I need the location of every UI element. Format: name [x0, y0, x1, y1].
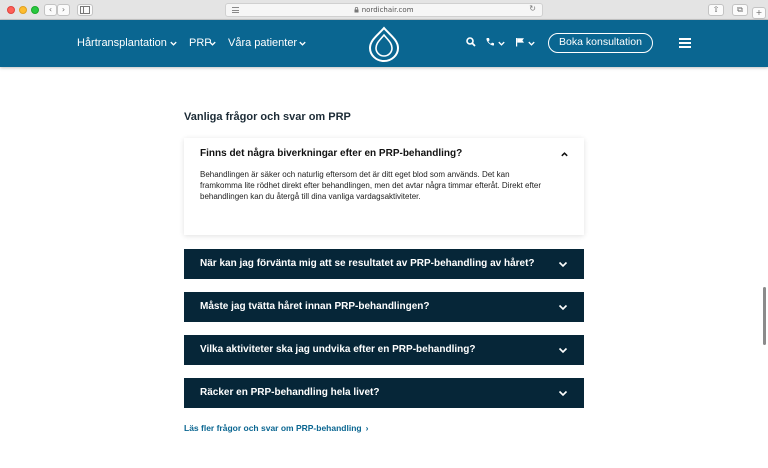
- tabs-button[interactable]: ⧉: [732, 4, 748, 16]
- faq-item[interactable]: När kan jag förvänta mig att se resultat…: [184, 249, 584, 279]
- close-window-button[interactable]: [7, 6, 15, 14]
- chevron-up-icon[interactable]: [560, 150, 569, 159]
- url-label: nordichair.com: [361, 6, 414, 14]
- faq-item[interactable]: Måste jag tvätta håret innan PRP-behandl…: [184, 292, 584, 322]
- faq-question: Räcker en PRP-behandling hela livet?: [200, 387, 380, 398]
- chevron-down-icon: [558, 304, 568, 311]
- chevron-down-icon[interactable]: [527, 39, 536, 48]
- share-button[interactable]: ⇧: [708, 4, 724, 16]
- browser-toolbar: ‹ › nordichair.com ↻ ⇧ ⧉ +: [0, 0, 768, 20]
- site-header: Hårtransplantation PRP Våra patienter Bo…: [0, 20, 768, 67]
- chevron-down-icon[interactable]: [298, 39, 307, 48]
- chevron-down-icon[interactable]: [208, 39, 217, 48]
- search-icon[interactable]: [466, 37, 476, 47]
- sidebar-icon: [80, 6, 90, 14]
- flag-icon[interactable]: [515, 37, 525, 47]
- chevron-right-icon: ›: [365, 423, 369, 433]
- faq-item[interactable]: Vilka aktiviteter ska jag undvika efter …: [184, 335, 584, 365]
- phone-icon[interactable]: [485, 37, 495, 47]
- minimize-window-button[interactable]: [19, 6, 27, 14]
- more-faq-link-label: Läs fler frågor och svar om PRP-behandli…: [184, 423, 362, 433]
- faq-question: Vilka aktiviteter ska jag undvika efter …: [200, 344, 476, 355]
- zoom-window-button[interactable]: [31, 6, 39, 14]
- faq-answer: Behandlingen är säker och naturlig efter…: [200, 170, 542, 201]
- faq-item[interactable]: Räcker en PRP-behandling hela livet?: [184, 378, 584, 408]
- chevron-down-icon[interactable]: [169, 39, 178, 48]
- chevron-down-icon: [558, 347, 568, 354]
- url-text: nordichair.com: [226, 6, 542, 14]
- faq-item-open: Finns det några biverkningar efter en PR…: [184, 138, 584, 235]
- nav-item-label: Hårtransplantation: [77, 37, 167, 49]
- nav-item-vara-patienter[interactable]: Våra patienter: [228, 37, 297, 49]
- back-button[interactable]: ‹: [44, 4, 57, 16]
- faq-question[interactable]: Finns det några biverkningar efter en PR…: [200, 148, 462, 159]
- chevron-down-icon[interactable]: [497, 39, 506, 48]
- new-tab-button[interactable]: +: [752, 7, 766, 19]
- nav-item-hartransplantation[interactable]: Hårtransplantation: [77, 37, 167, 49]
- reload-icon[interactable]: ↻: [529, 4, 536, 13]
- faq-question: När kan jag förvänta mig att se resultat…: [200, 258, 535, 269]
- address-bar[interactable]: nordichair.com ↻: [225, 3, 543, 17]
- nav-item-label: Våra patienter: [228, 37, 298, 49]
- book-consultation-button[interactable]: Boka konsultation: [548, 33, 653, 53]
- page-scrollbar[interactable]: [763, 287, 766, 345]
- faq-question: Måste jag tvätta håret innan PRP-behandl…: [200, 301, 430, 312]
- chevron-down-icon: [558, 261, 568, 268]
- lock-icon: [354, 7, 359, 13]
- more-faq-link[interactable]: Läs fler frågor och svar om PRP-behandli…: [184, 423, 368, 433]
- menu-icon[interactable]: [679, 38, 691, 48]
- faq-heading: Vanliga frågor och svar om PRP: [184, 111, 351, 123]
- chevron-down-icon: [558, 390, 568, 397]
- sidebar-toggle-button[interactable]: [77, 4, 93, 16]
- logo-drop-icon[interactable]: [367, 26, 401, 62]
- forward-button[interactable]: ›: [57, 4, 70, 16]
